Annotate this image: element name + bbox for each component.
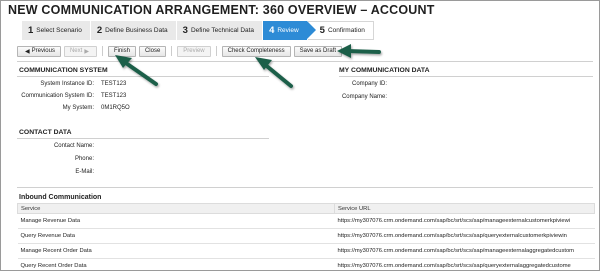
chevron-left-icon: ◀ [25,48,30,55]
preview-button[interactable]: Preview [177,45,211,57]
step-define-business-data[interactable]: 2 Define Business Data [90,21,177,40]
divider [17,76,269,77]
service-cell: Manage Revenue Data [17,213,335,229]
my-communication-data-title: MY COMMUNICATION DATA [339,67,430,74]
wizard-steps: 1 Select Scenario 2 Define Business Data… [22,21,374,40]
service-url-cell: https://my307076.crm.ondemand.com/sap/bc… [334,213,595,229]
inbound-communication-title: Inbound Communication [19,194,102,201]
arrow-to-save-as-draft-icon [337,44,381,58]
service-cell: Manage Recent Order Data [17,243,335,259]
divider [17,61,593,62]
toolbar-separator [171,46,173,56]
step-number: 4 [269,25,275,36]
step-confirmation[interactable]: 5 Confirmation [307,21,374,40]
table-row[interactable]: Manage Recent Order Data https://my30707… [17,243,595,259]
service-cell: Query Revenue Data [17,228,335,244]
step-number: 5 [319,25,325,36]
save-as-draft-button[interactable]: Save as Draft [293,45,343,57]
service-url-cell: https://my307076.crm.ondemand.com/sap/bc… [334,228,595,244]
step-label: Define Business Data [105,27,168,34]
chevron-right-icon: ▶ [84,48,89,55]
toolbar-separator [215,46,217,56]
step-select-scenario[interactable]: 1 Select Scenario [22,21,91,40]
step-number: 2 [96,25,103,36]
toolbar-separator [101,46,103,56]
wizard-window: NEW COMMUNICATION ARRANGEMENT: 360 OVERV… [0,0,600,271]
inbound-communication-table: Service Service URL Manage Revenue Data … [17,203,595,270]
finish-button[interactable]: Finish [107,45,136,57]
table-row[interactable]: Query Revenue Data https://my307076.crm.… [17,228,595,244]
check-completeness-button[interactable]: Check Completeness [221,45,291,57]
step-define-technical-data[interactable]: 3 Define Technical Data [176,21,264,40]
previous-button[interactable]: ◀ Previous [17,45,61,57]
step-number: 1 [28,25,34,36]
service-url-cell: https://my307076.crm.ondemand.com/sap/bc… [334,243,595,259]
table-row[interactable]: Manage Revenue Data https://my307076.crm… [17,213,595,229]
communication-system-title: COMMUNICATION SYSTEM [19,67,108,74]
table-header-row: Service Service URL [17,203,595,214]
arrow-to-finish-icon [115,55,158,86]
close-button[interactable]: Close [138,45,167,57]
divider [17,138,269,139]
step-number: 3 [182,25,188,36]
step-label: Confirmation [327,27,365,34]
step-label: Review [277,27,299,34]
page-title: NEW COMMUNICATION ARRANGEMENT: 360 OVERV… [8,3,435,17]
column-header-service[interactable]: Service [17,203,335,214]
service-cell: Query Recent Order Data [17,258,335,270]
step-label: Select Scenario [36,27,82,34]
next-button[interactable]: Next ▶ [63,45,97,57]
divider [17,187,593,188]
wizard-toolbar: ◀ Previous Next ▶ Finish Close Preview C… [17,45,343,57]
table-row[interactable]: Query Recent Order Data https://my307076… [17,258,595,270]
service-url-cell: https://my307076.crm.ondemand.com/sap/bc… [334,258,595,270]
contact-data-title: CONTACT DATA [19,129,72,136]
step-label: Define Technical Data [190,27,255,34]
step-review[interactable]: 4 Review [263,21,316,40]
column-header-service-url[interactable]: Service URL [334,203,595,214]
divider [339,76,593,77]
